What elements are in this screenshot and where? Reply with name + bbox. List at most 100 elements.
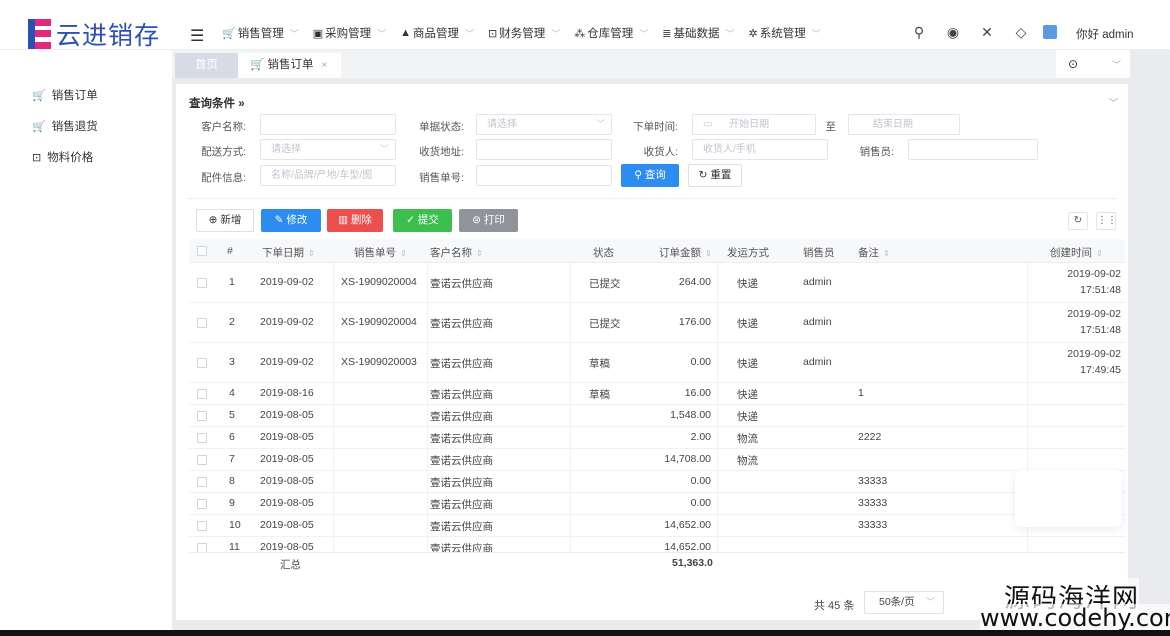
refresh-icon[interactable]: ⊙ [1068,57,1078,71]
cell-no: 7 [229,453,235,465]
menu-warehouse[interactable]: ⁂ 仓库管理 ﹀ [574,25,662,41]
menu-basedata[interactable]: ≣ 基础数据 ﹀ [662,25,748,41]
row-checkbox[interactable] [197,477,207,487]
menu-purchase[interactable]: ▣ 采购管理 ﹀ [313,25,400,41]
col-order-no[interactable]: 销售单号 ⇕ [354,245,407,260]
target-icon[interactable]: ◉ [944,24,962,41]
add-button[interactable]: ⊕ 新增 [196,209,254,232]
cell-remark: 2222 [858,431,882,443]
cell-no: 6 [229,431,235,443]
row-checkbox[interactable] [197,499,207,509]
submit-button[interactable]: ✓ 提交 [393,209,452,232]
print-button[interactable]: ⊜ 打印 [459,209,518,232]
table-row[interactable]: 3 2019-09-02 XS-1909020003 壹诺云供应商 草稿 0.00 快递 ad… [189,343,1125,383]
start-date-input[interactable]: ▭ 开始日期 [692,114,816,135]
menu-finance[interactable]: ⊡ 财务管理 ﹀ [488,25,574,41]
reset-button[interactable]: ↻ 重置 [688,164,742,187]
cell-remark: 33333 [858,519,888,531]
col-remark[interactable]: 备注 ⇕ [858,245,890,260]
warehouse-icon: ⁂ [574,27,586,40]
table-row[interactable]: 6 2019-08-05 壹诺云供应商 2.00 物流 2222 [189,427,1125,449]
col-amount[interactable]: 订单金额 ⇕ [659,245,712,260]
diamond-icon[interactable]: ◇ [1012,24,1030,41]
tab-sales-order[interactable]: 🛒 销售订单 × [238,53,341,78]
table-row[interactable]: 1 2019-09-02 XS-1909020004 壹诺云供应商 已提交 264.00 快… [189,263,1125,303]
user-greeting[interactable]: 你好 admin [1076,26,1134,42]
col-order-no-label: 销售单号 [354,247,396,259]
chevron-down-icon: ﹀ [925,597,935,607]
table-row[interactable]: 5 2019-08-05 壹诺云供应商 1,548.00 快递 [189,405,1125,427]
cell-status: 已提交 [589,318,621,330]
end-date-input[interactable]: 结束日期 [848,114,960,135]
row-checkbox[interactable] [197,433,207,443]
parts-input[interactable]: 名称/品牌/产地/车型/图 [260,165,396,186]
cell-sales: admin [803,316,832,328]
avatar[interactable] [1043,25,1057,39]
sidebar-item-sales-return[interactable]: 🛒 销售退货 [32,118,98,134]
chevron-down-icon[interactable]: ﹀ [1112,58,1121,71]
row-checkbox[interactable] [197,278,207,288]
status-placeholder: 请选择 [487,119,517,130]
cell-customer: 壹诺云供应商 [430,318,493,330]
table-header: # 下单日期 ⇕ 销售单号 ⇕ 客户名称 ⇕ 状态 订单金额 ⇕ 发运方式 销售员 备注… [189,239,1125,263]
col-created[interactable]: 创建时间 ⇕ [1050,245,1103,260]
row-checkbox[interactable] [197,318,207,328]
chevron-down-icon: ﹀ [551,28,561,39]
row-checkbox[interactable] [197,358,207,368]
sidebar: 🛒 销售订单 🛒 销售退货 ⊡ 物料价格 [0,50,172,636]
menu-sales[interactable]: 🛒 销售管理 ﹀ [222,25,313,41]
row-checkbox[interactable] [197,455,207,465]
chevron-down-icon[interactable]: ﹀ [1109,96,1118,109]
end-date-placeholder: 结束日期 [873,119,913,130]
select-all-checkbox[interactable] [197,246,207,256]
table-row[interactable]: 9 2019-08-05 壹诺云供应商 0.00 33333 [189,493,1125,515]
tab-home[interactable]: 首页 [175,53,238,78]
cell-ship: 快递 [737,318,758,330]
menu-system[interactable]: ✲ 系统管理 ﹀ [749,25,835,41]
menu-toggle-icon[interactable]: ☰ [190,26,204,46]
fullscreen-icon[interactable]: ✕ [978,24,996,41]
delivery-select[interactable]: 请选择 ﹀ [260,139,396,160]
search-icon[interactable]: ⚲ [910,24,928,41]
table-row[interactable]: 7 2019-08-05 壹诺云供应商 14,708.00 物流 [189,449,1125,471]
table-row[interactable]: 10 2019-08-05 壹诺云供应商 14,652.00 33333 [189,515,1125,537]
search-button[interactable]: ⚲ 查询 [621,164,679,187]
sidebar-item-material-price[interactable]: ⊡ 物料价格 [32,149,93,165]
plus-circle-icon: ⊕ [208,214,218,226]
basket-icon: ▣ [312,27,324,40]
table-row[interactable]: 2 2019-09-02 XS-1909020004 壹诺云供应商 已提交 176.00 快… [189,303,1125,343]
table-row[interactable]: 8 2019-08-05 壹诺云供应商 0.00 33333 [189,471,1125,493]
salesperson-input[interactable] [908,139,1038,160]
edit-button[interactable]: ✎ 修改 [261,209,321,232]
page-size-select[interactable]: 50条/页 ﹀ [864,591,944,614]
cell-ship: 快递 [737,358,758,370]
row-checkbox[interactable] [197,389,207,399]
col-date[interactable]: 下单日期 ⇕ [262,245,315,260]
receiver-input[interactable]: 收货人/手机 [692,139,828,160]
cell-date: 2019-08-05 [260,519,314,531]
row-checkbox[interactable] [197,521,207,531]
cell-date: 2019-08-05 [260,409,314,421]
refresh-table-icon[interactable]: ↻ [1068,212,1088,230]
pagination-total: 共 45 条 [814,600,855,612]
cell-remark: 33333 [858,497,888,509]
row-checkbox[interactable] [197,411,207,421]
main-panel: 查询条件 » ﹀ 客户名称: 单据状态: 请选择 ﹀ 下单时间: ▭ 开始日期 至… [176,84,1128,620]
menu-label: 仓库管理 [587,28,634,40]
col-customer[interactable]: 客户名称 ⇕ [430,245,483,260]
menu-goods[interactable]: ▲ 商品管理 ﹀ [400,25,488,41]
status-select[interactable]: 请选择 ﹀ [476,114,612,135]
sidebar-item-sales-order[interactable]: 🛒 销售订单 [32,87,98,103]
columns-grid-icon[interactable]: ⋮⋮ [1096,212,1117,230]
close-icon[interactable]: × [322,60,328,71]
tab-tools: ⊙ ﹀ [1056,50,1130,78]
chevron-down-icon: ﹀ [377,28,387,39]
query-title[interactable]: 查询条件 » [189,95,245,111]
customer-input[interactable] [260,114,396,135]
order-no-input[interactable] [476,165,612,186]
cell-amount: 0.00 [690,356,711,368]
table-row[interactable]: 4 2019-08-16 壹诺云供应商 草稿 16.00 快递 1 [189,383,1125,405]
address-input[interactable] [476,139,612,160]
logo[interactable]: 云进销存 [28,18,160,50]
delete-button[interactable]: ▥ 删除 [327,209,383,232]
